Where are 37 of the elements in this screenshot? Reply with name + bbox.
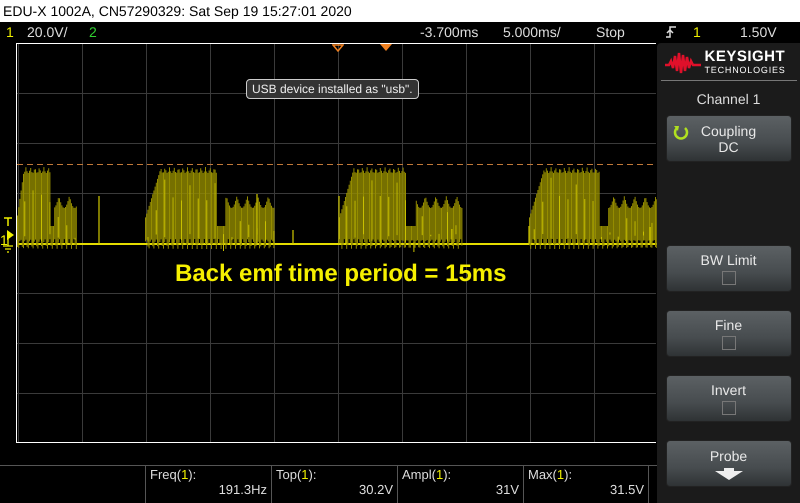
run-state: Stop	[596, 23, 625, 42]
rising-edge-icon	[665, 25, 677, 39]
logo-name: KEYSIGHT	[704, 49, 786, 65]
measurement-label: Top(1):	[276, 467, 316, 482]
hollow-triangle-icon	[332, 44, 344, 52]
cycle-icon	[672, 124, 688, 140]
channel-scale: 20.0V/	[27, 23, 68, 42]
softkey-button[interactable]: Probe	[666, 440, 792, 487]
message-popup: USB device installed as "usb".	[246, 79, 419, 99]
softkey-button[interactable]: Invert	[666, 375, 792, 422]
time-scale: 5.000ms/	[503, 23, 561, 42]
checkbox[interactable]	[722, 271, 736, 285]
down-arrow-icon	[714, 468, 742, 480]
measurement-label: Ampl(1):	[402, 467, 452, 482]
waveform-logo-icon	[664, 50, 700, 74]
softkey-button[interactable]: BW Limit	[666, 245, 792, 292]
measurement-label: Freq(1):	[150, 467, 196, 482]
annotation-text: Back emf time period = 15ms	[175, 260, 506, 288]
measurement-value: 31.5V	[610, 482, 644, 497]
checkbox[interactable]	[722, 336, 736, 350]
measurement-value: 30.2V	[359, 482, 393, 497]
checkbox[interactable]	[722, 401, 736, 415]
softkey-button[interactable]: Coupling DC	[666, 115, 792, 162]
triangle-icon	[380, 44, 392, 52]
trigger-level: 1.50V	[740, 23, 777, 42]
softkey-button[interactable]: Fine	[666, 310, 792, 357]
channel-number[interactable]: 1	[6, 22, 14, 45]
trigger-source: 1	[693, 23, 701, 42]
logo-subtitle: TECHNOLOGIES	[704, 65, 786, 76]
measurement-value: 31V	[496, 482, 519, 497]
measurement-value: 191.3Hz	[218, 482, 267, 497]
measurement-label: Max(1):	[528, 467, 572, 482]
window-title: EDU-X 1002A, CN57290329: Sat Sep 19 15:27:01 2020	[0, 0, 800, 22]
menu-title: Channel 1	[696, 91, 760, 107]
horizontal-position: -3.700ms	[420, 23, 478, 42]
channel-marker: 1	[0, 233, 8, 247]
channel-number[interactable]: 2	[89, 22, 97, 45]
